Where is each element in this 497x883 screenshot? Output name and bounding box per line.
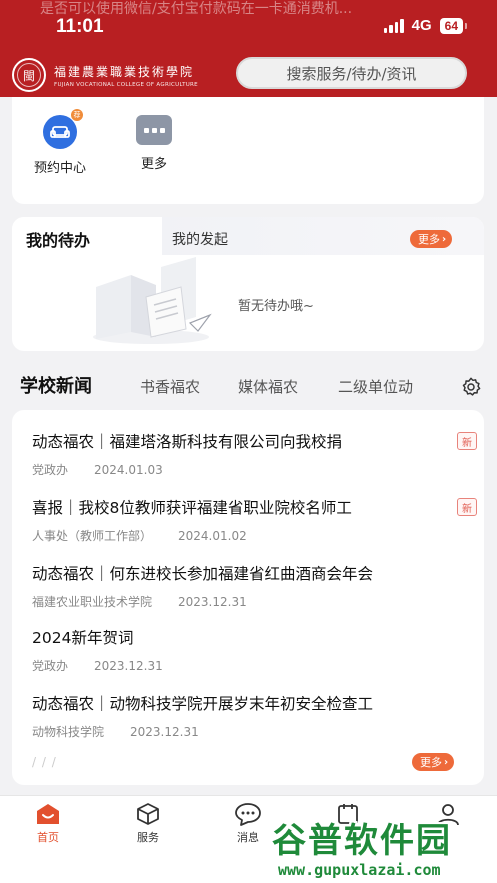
status-indicators: 4G 64 bbox=[383, 17, 468, 34]
status-time: 11:01 bbox=[56, 16, 104, 37]
news-headline: 喜报｜我校8位教师获评福建省职业院校名师工 bbox=[32, 499, 352, 517]
news-date: 2023.12.31 bbox=[94, 659, 163, 673]
home-icon bbox=[37, 804, 59, 824]
news-card: 动态福农｜福建塔洛斯科技有限公司向我校捐 党政办 2024.01.03 新 喜报｜… bbox=[12, 410, 484, 785]
college-logo: 閩 福建農業職業技術學院 FUJIAN VOCATIONAL COLLEGE O… bbox=[12, 58, 198, 92]
sofa-icon: 荐 bbox=[43, 109, 83, 149]
logo-name-cn: 福建農業職業技術學院 bbox=[54, 64, 195, 79]
news-tabs: 学校新闻 书香福农 媒体福农 二级单位动 bbox=[0, 366, 497, 406]
news-item[interactable]: 2024新年贺词 党政办 2023.12.31 bbox=[32, 626, 477, 674]
watermark-url: www.gupuxlazai.com bbox=[278, 861, 441, 879]
news-date: 2024.01.03 bbox=[94, 463, 163, 477]
bottom-tab-bar: 首页 服务 消息 谷普软件园 www.gupuxlazai.com bbox=[0, 795, 497, 883]
news-date: 2023.12.31 bbox=[178, 595, 247, 609]
shortcut-label: 更多 bbox=[140, 157, 167, 172]
college-seal-icon: 閩 bbox=[12, 58, 46, 92]
cube-icon bbox=[137, 803, 159, 825]
tab-media-funong[interactable]: 媒体福农 bbox=[238, 376, 298, 397]
tab-label: 消息 bbox=[237, 831, 259, 844]
network-type: 4G bbox=[411, 17, 432, 34]
tab-services[interactable]: 服务 bbox=[118, 802, 178, 845]
news-item[interactable]: 动态福农｜何东进校长参加福建省红曲酒商会年会 福建农业职业技术学院 2023.12… bbox=[32, 562, 477, 610]
news-source: 党政办 bbox=[32, 659, 69, 673]
shortcut-booking-center[interactable]: 荐 预约中心 bbox=[20, 109, 100, 176]
news-item[interactable]: 动态福农｜福建塔洛斯科技有限公司向我校捐 党政办 2024.01.03 新 bbox=[32, 430, 477, 478]
news-source: 人事处（教师工作部） bbox=[32, 529, 153, 543]
news-headline: 动态福农｜福建塔洛斯科技有限公司向我校捐 bbox=[32, 433, 343, 451]
new-tag: 新 bbox=[457, 432, 477, 450]
news-more-button[interactable]: 更多 › bbox=[412, 753, 455, 771]
signal-icon bbox=[383, 18, 404, 33]
chat-icon bbox=[235, 803, 261, 826]
todo-tabs: 我的待办 我的发起 更多 › bbox=[12, 217, 484, 255]
chevron-right-icon: › bbox=[442, 233, 447, 245]
news-date: 2024.01.02 bbox=[178, 529, 247, 543]
news-headline: 动态福农｜何东进校长参加福建省红曲酒商会年会 bbox=[32, 565, 374, 583]
news-item[interactable]: 动态福农｜动物科技学院开展岁末年初安全检查工 动物科技学院 2023.12.31 bbox=[32, 692, 477, 740]
empty-todo-illustration bbox=[93, 257, 212, 344]
tab-messages[interactable]: 消息 bbox=[218, 802, 278, 845]
tab-home[interactable]: 首页 bbox=[18, 802, 78, 845]
news-item[interactable]: 喜报｜我校8位教师获评福建省职业院校名师工 人事处（教师工作部） 2024.01.… bbox=[32, 496, 477, 544]
new-tag: 新 bbox=[457, 498, 477, 516]
todo-card: 我的待办 我的发起 更多 › 暂无待办哦~ bbox=[12, 217, 484, 351]
search-input[interactable]: 搜索服务/待办/资讯 bbox=[236, 57, 467, 89]
shortcuts-card: 荐 预约中心 更多 bbox=[12, 97, 484, 204]
news-source: 福建农业职业技术学院 bbox=[32, 595, 153, 609]
tab-shuxiang-funong[interactable]: 书香福农 bbox=[140, 376, 200, 397]
tab-label: 服务 bbox=[137, 831, 159, 844]
logo-name-en: FUJIAN VOCATIONAL COLLEGE OF AGRICULTURE bbox=[54, 81, 198, 88]
settings-icon[interactable] bbox=[460, 376, 482, 398]
shortcut-more[interactable]: 更多 bbox=[114, 115, 194, 172]
news-headline: 2024新年贺词 bbox=[32, 629, 134, 647]
tab-unit-news[interactable]: 二级单位动 bbox=[338, 376, 430, 397]
search-placeholder: 搜索服务/待办/资讯 bbox=[286, 64, 417, 83]
app-header: 是否可以使用微信/支付宝付款码在一卡通消费机... 办公 11:01 4G 64… bbox=[0, 0, 497, 97]
todo-more-button[interactable]: 更多 › bbox=[410, 230, 453, 248]
site-watermark: 谷普软件园 www.gupuxlazai.com bbox=[272, 813, 497, 883]
news-source: 党政办 bbox=[32, 463, 69, 477]
news-source: 动物科技学院 bbox=[32, 725, 105, 739]
watermark-main: 谷普软件园 bbox=[272, 821, 452, 861]
news-date: 2023.12.31 bbox=[130, 725, 199, 739]
shortcut-label: 预约中心 bbox=[33, 161, 86, 176]
more-label: 更多 bbox=[418, 233, 440, 246]
more-dots-icon bbox=[136, 115, 172, 145]
empty-todo-text: 暂无待办哦~ bbox=[238, 299, 314, 314]
tab-school-news[interactable]: 学校新闻 bbox=[20, 372, 92, 398]
recommend-badge: 荐 bbox=[71, 109, 83, 121]
tab-my-todo[interactable]: 我的待办 bbox=[12, 217, 162, 255]
battery-icon: 64 bbox=[439, 17, 468, 34]
tab-my-initiated[interactable]: 我的发起 bbox=[172, 229, 228, 249]
chevron-right-icon: › bbox=[444, 756, 449, 768]
decorative-slashes: / / / bbox=[32, 755, 57, 769]
more-label: 更多 bbox=[420, 756, 442, 769]
tab-label: 首页 bbox=[37, 831, 59, 844]
news-headline: 动态福农｜动物科技学院开展岁末年初安全检查工 bbox=[32, 695, 374, 713]
